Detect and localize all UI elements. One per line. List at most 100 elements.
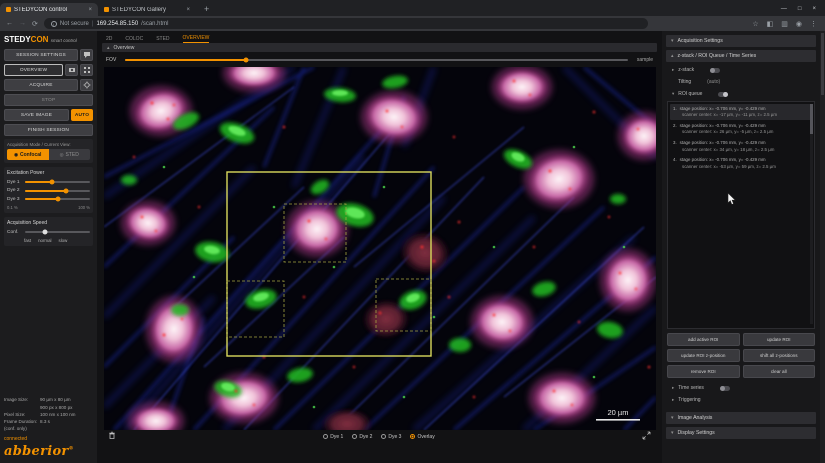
row-label: Tilting: [678, 79, 691, 85]
forward-icon[interactable]: →: [19, 20, 26, 27]
roi-list-scrollbar[interactable]: [810, 104, 813, 324]
radio-label: Dye 2: [359, 434, 372, 440]
chevron-down-icon: ▾: [671, 38, 674, 44]
dye1-label: Dye 1: [7, 180, 22, 185]
session-settings-button[interactable]: SESSION SETTINGS: [4, 49, 78, 61]
tab-close-icon[interactable]: ×: [88, 7, 92, 13]
mouse-cursor: [727, 193, 737, 211]
side-panel-icon[interactable]: ▥: [781, 20, 788, 28]
roi-queue-toggle[interactable]: [718, 92, 728, 97]
dye2-slider[interactable]: [25, 190, 90, 192]
row-label: Triggering: [678, 397, 700, 403]
speed-fast-label: fast: [24, 238, 31, 243]
dye3-slider[interactable]: [25, 198, 90, 200]
confocal-mode-button[interactable]: ◉ Confocal: [7, 149, 49, 160]
microscopy-image: 20 µm: [104, 67, 656, 430]
radio-dye1[interactable]: Dye 1: [323, 434, 343, 440]
roi-queue-list[interactable]: 1.stage position: x= -0.706 mm, y= -0.42…: [667, 101, 815, 329]
row-roi-queue[interactable]: ▾ ROI queue: [667, 89, 815, 99]
roi-list-item[interactable]: 2.stage position: x= -0.706 mm, y= -0.42…: [670, 121, 812, 137]
minimize-icon[interactable]: —: [781, 6, 787, 12]
update-roi-z-position-button[interactable]: update ROI z-position: [667, 349, 740, 362]
tab-sted[interactable]: STED: [156, 36, 169, 42]
browser-tab-control[interactable]: STEDYCON control ×: [0, 3, 98, 16]
close-icon[interactable]: ×: [812, 6, 816, 12]
acquisition-speed-panel: Acquisition Speed Conf. fast normal slow: [4, 217, 93, 246]
tab-close-icon[interactable]: ×: [186, 7, 190, 13]
new-tab-button[interactable]: +: [204, 4, 209, 14]
menu-kebab-icon[interactable]: ⋮: [810, 20, 817, 28]
row-triggering[interactable]: ▸ Triggering: [667, 395, 815, 405]
radio-dye2[interactable]: Dye 2: [352, 434, 372, 440]
back-icon[interactable]: ←: [6, 20, 13, 27]
radio-dye3[interactable]: Dye 3: [381, 434, 401, 440]
stop-button[interactable]: STOP: [4, 94, 93, 106]
section-display-settings[interactable]: ▾ Display Settings: [666, 427, 816, 439]
scale-bar-label: 20 µm: [607, 408, 628, 417]
overview-header-label: Overview: [114, 45, 135, 51]
delete-overview-icon[interactable]: [108, 431, 116, 442]
overview-button[interactable]: OVERVIEW: [4, 64, 63, 76]
sted-mode-button[interactable]: ◎ STED: [49, 149, 91, 160]
extensions-icon[interactable]: ◧: [767, 20, 774, 28]
update-roi-button[interactable]: update ROI: [743, 333, 816, 346]
bookmark-star-icon[interactable]: ☆: [752, 20, 758, 28]
row-label: ROI queue: [678, 91, 702, 97]
fov-slider[interactable]: [125, 59, 628, 61]
acquire-button[interactable]: ACQUIRE: [4, 79, 78, 91]
row-z-stack[interactable]: ▸ z-stack: [667, 65, 815, 75]
finish-session-button[interactable]: FINISH SESSION: [4, 124, 93, 136]
connection-status: connected: [4, 436, 93, 442]
profile-icon[interactable]: ◉: [796, 20, 802, 28]
speed-normal-label: normal: [38, 238, 51, 243]
shift-all-z-positions-button[interactable]: shift all z-positions: [743, 349, 816, 362]
row-time-series[interactable]: ▸ Time series: [667, 383, 815, 393]
radio-dot: [352, 434, 357, 439]
stedycon-logo: STEDYCON smart control: [4, 35, 93, 44]
maximize-icon[interactable]: □: [798, 6, 802, 12]
app-window: STEDYCON control × STEDYCON Gallery × + …: [0, 0, 825, 463]
dye1-slider[interactable]: [25, 181, 90, 183]
fullscreen-icon[interactable]: [642, 431, 651, 442]
radio-overlay[interactable]: Overlay: [410, 434, 434, 440]
add-active-roi-button[interactable]: add active ROI: [667, 333, 740, 346]
section-acquisition-settings[interactable]: ▾ Acquisition Settings: [666, 35, 816, 47]
radio-dot: [381, 434, 386, 439]
sample-label: sample: [637, 57, 653, 63]
row-tilting[interactable]: Tilting (auto): [667, 77, 815, 87]
site-info-icon[interactable]: i: [51, 21, 57, 27]
save-image-button[interactable]: SAVE IMAGE: [4, 109, 69, 121]
row-label: z-stack: [678, 67, 694, 73]
tab-2d[interactable]: 2D: [106, 36, 112, 42]
speed-slider[interactable]: [25, 231, 90, 233]
chat-icon[interactable]: [80, 49, 93, 61]
grid-icon[interactable]: [80, 64, 93, 76]
section-zstack-roi-time[interactable]: ▴ z-stack / ROI Queue / Time Series: [666, 50, 816, 62]
time-series-toggle[interactable]: [720, 386, 730, 391]
frame-duration-value: 8.3 s: [40, 418, 93, 425]
address-bar[interactable]: i Not secure | 169.254.85.150 /scan.html: [44, 18, 648, 29]
auto-save-toggle[interactable]: AUTO: [71, 109, 93, 121]
url-path: /scan.html: [141, 21, 168, 27]
roi-list-item[interactable]: 4.stage position: x= -0.706 mm, y= -0.42…: [670, 156, 812, 172]
z-stack-toggle[interactable]: [710, 68, 720, 73]
section-image-analysis[interactable]: ▾ Image Analysis: [666, 412, 816, 424]
image-size-label: Image Size:: [4, 396, 40, 403]
browser-tab-gallery[interactable]: STEDYCON Gallery ×: [98, 3, 196, 16]
tilting-value: (auto): [707, 79, 720, 85]
microscopy-viewer[interactable]: 20 µm: [104, 67, 656, 430]
clear-all-button[interactable]: clear all: [743, 365, 816, 378]
reload-icon[interactable]: ⟳: [32, 20, 38, 28]
remove-roi-button[interactable]: remove ROI: [667, 365, 740, 378]
roi-list-item[interactable]: 1.stage position: x= -0.706 mm, y= -0.42…: [670, 104, 812, 120]
conf-only-note: (conf. only): [4, 425, 40, 432]
tab-title: STEDYCON control: [14, 7, 67, 13]
speed-slow-label: slow: [59, 238, 68, 243]
overview-collapse-bar[interactable]: ▴ Overview: [102, 43, 657, 52]
window-scrollbar[interactable]: [820, 31, 825, 463]
tab-coloc[interactable]: COLOC: [125, 36, 143, 42]
roi-list-item[interactable]: 3.stage position: x= -0.706 mm, y= -0.42…: [670, 138, 812, 154]
camera-icon[interactable]: [65, 64, 78, 76]
target-icon[interactable]: [80, 79, 93, 91]
tab-overview[interactable]: OVERVIEW: [183, 35, 210, 43]
